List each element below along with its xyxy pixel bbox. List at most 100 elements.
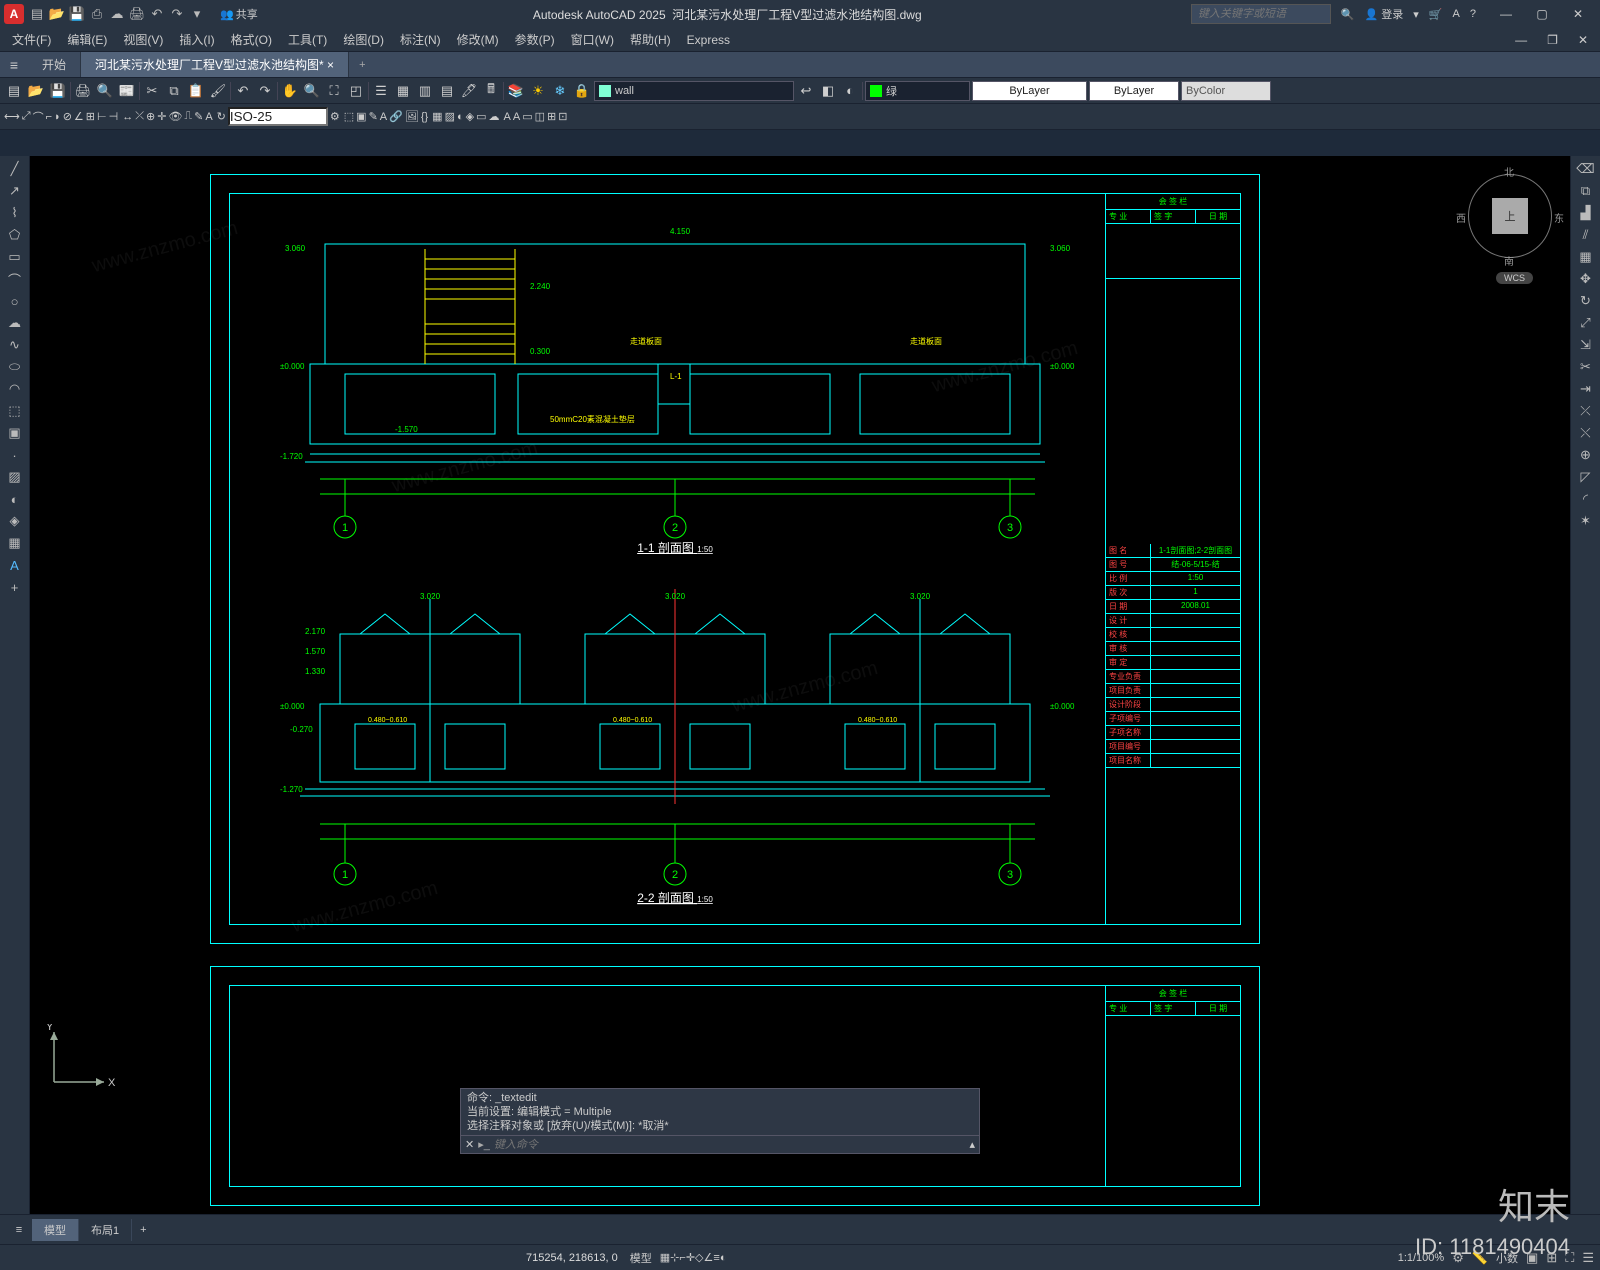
new-icon[interactable]: ▤ (28, 5, 46, 23)
dim-radius-icon[interactable]: ◗ (54, 111, 61, 123)
undo2-icon[interactable]: ↶ (233, 81, 253, 101)
doc-restore-icon[interactable]: ❐ (1539, 31, 1566, 49)
dim-continue-icon[interactable]: ⊣ (109, 110, 119, 123)
ellipse-arc-icon[interactable]: ◠ (0, 378, 29, 400)
menu-draw[interactable]: 绘图(D) (335, 29, 392, 50)
open-icon[interactable]: 📂 (26, 81, 46, 101)
menu-insert[interactable]: 插入(I) (171, 29, 222, 50)
table2-icon[interactable]: ▦ (0, 532, 29, 554)
command-line[interactable]: 命令: _textedit 当前设置: 编辑模式 = Multiple 选择注释… (460, 1088, 980, 1154)
pline-icon[interactable]: ⌇ (0, 202, 29, 224)
text-icon[interactable]: A (504, 111, 511, 123)
tab-layout1[interactable]: 布局1 (79, 1219, 132, 1241)
scale-icon[interactable]: ⤢ (1571, 312, 1600, 334)
pan-icon[interactable]: ✋ (280, 81, 300, 101)
copy-icon[interactable]: ⧉ (164, 81, 184, 101)
dimstyle-dropdown[interactable] (228, 107, 328, 126)
xref-icon[interactable]: 🔗 (389, 110, 403, 123)
saveas-icon[interactable]: ⎙ (88, 5, 106, 23)
spline-icon[interactable]: ∿ (0, 334, 29, 356)
redo-icon[interactable]: ↷ (168, 5, 186, 23)
dim-diameter-icon[interactable]: ⊘ (63, 110, 72, 123)
cloud-icon[interactable]: ▾ (1413, 8, 1419, 21)
login-button[interactable]: 👤 登录 (1365, 6, 1404, 22)
layer-freeze-icon[interactable]: ❄ (550, 81, 570, 101)
xline-icon[interactable]: ↗ (0, 180, 29, 202)
plot-icon[interactable]: 🖨 (128, 5, 146, 23)
qat-more-icon[interactable]: ▾ (188, 5, 206, 23)
line-icon[interactable]: ╱ (0, 158, 29, 180)
misc-icon[interactable]: ⊡ (558, 110, 567, 123)
layer-off-icon[interactable]: ◐ (840, 81, 860, 101)
fillet-icon[interactable]: ◜ (1571, 488, 1600, 510)
chamfer-icon[interactable]: ◸ (1571, 466, 1600, 488)
dim-update-icon[interactable]: ↻ (217, 110, 226, 123)
menu-help[interactable]: 帮助(H) (622, 29, 679, 50)
layout-new-button[interactable]: + (132, 1221, 154, 1239)
close-button[interactable]: ✕ (1560, 0, 1596, 28)
hatch-icon[interactable]: ▨ (445, 110, 455, 123)
quickcalc-icon[interactable]: 🖩 (481, 81, 501, 101)
command-input[interactable] (494, 1138, 966, 1151)
help-icon[interactable]: ? (1470, 8, 1476, 20)
redo2-icon[interactable]: ↷ (255, 81, 275, 101)
new-icon[interactable]: ▤ (4, 81, 24, 101)
insert-block-icon[interactable]: ⬚ (344, 110, 354, 123)
addselected-icon[interactable]: + (0, 576, 29, 598)
doc-close-icon[interactable]: ✕ (1570, 31, 1596, 49)
dim-angular-icon[interactable]: ∠ (74, 110, 84, 123)
image-icon[interactable]: 🖼 (405, 110, 419, 123)
tab-document[interactable]: 河北某污水处理厂工程V型过滤水池结构图* × (81, 52, 349, 77)
undo-icon[interactable]: ↶ (148, 5, 166, 23)
match-icon[interactable]: 🖌 (208, 81, 228, 101)
dim-break-icon[interactable]: ⤫ (135, 110, 144, 123)
viewcube[interactable]: 上 北 南 东 西 WCS (1460, 166, 1560, 266)
minimize-button[interactable]: — (1488, 0, 1524, 28)
wipeout-icon[interactable]: ▭ (476, 110, 486, 123)
menu-format[interactable]: 格式(O) (223, 29, 280, 50)
rotate-icon[interactable]: ↻ (1571, 290, 1600, 312)
join-icon[interactable]: ⊕ (1571, 444, 1600, 466)
region-icon[interactable]: ◈ (466, 110, 474, 123)
erase-icon[interactable]: ⌫ (1571, 158, 1600, 180)
vports-icon[interactable]: ⊞ (547, 110, 556, 123)
doc-minimize-icon[interactable]: — (1507, 31, 1535, 49)
circle-icon[interactable]: ○ (0, 290, 29, 312)
menu-dimension[interactable]: 标注(N) (392, 29, 449, 50)
search-icon[interactable]: 🔍 (1341, 8, 1355, 21)
dim-baseline-icon[interactable]: ⊢ (97, 110, 107, 123)
menu-view[interactable]: 视图(V) (115, 29, 171, 50)
layer-dropdown[interactable]: wall (594, 81, 794, 101)
status-custom-icon[interactable]: ☰ (1582, 1250, 1594, 1266)
layout-menu-icon[interactable]: ≡ (6, 1224, 32, 1236)
app-menu-icon[interactable]: 🛒 (1429, 8, 1443, 21)
snap-toggle-icon[interactable]: ⊹ (670, 1251, 679, 1264)
menu-modify[interactable]: 修改(M) (449, 29, 507, 50)
copy2-icon[interactable]: ⧉ (1571, 180, 1600, 202)
revcloud-icon[interactable]: ☁ (489, 110, 500, 123)
break-point-icon[interactable]: ⤫ (1571, 400, 1600, 422)
color-dropdown[interactable]: 绿 (865, 81, 970, 101)
create-block-icon[interactable]: ▣ (356, 110, 366, 123)
props-icon[interactable]: ☰ (371, 81, 391, 101)
zoom-win-icon[interactable]: ◰ (346, 81, 366, 101)
zoom-ext-icon[interactable]: ⛶ (324, 81, 344, 101)
dim-arc-icon[interactable]: ⌒ (33, 109, 44, 125)
dim-edit-icon[interactable]: ✎ (194, 110, 203, 123)
viewcube-face[interactable]: 上 (1492, 198, 1528, 234)
region2-icon[interactable]: ◈ (0, 510, 29, 532)
status-coords[interactable]: 715254, 218613, 0 (526, 1252, 618, 1264)
rectangle-icon[interactable]: ▭ (0, 246, 29, 268)
layer-prev-icon[interactable]: ↩ (796, 81, 816, 101)
print-icon[interactable]: 🖨 (73, 81, 93, 101)
save-icon[interactable]: 💾 (48, 81, 68, 101)
command-close-icon[interactable]: ✕ (465, 1138, 474, 1151)
mirror-icon[interactable]: ▟ (1571, 202, 1600, 224)
extend-icon[interactable]: ⇥ (1571, 378, 1600, 400)
layer-lock-icon[interactable]: 🔒 (572, 81, 592, 101)
menu-tools[interactable]: 工具(T) (280, 29, 335, 50)
mview-icon[interactable]: ◫ (535, 110, 545, 123)
web-open-icon[interactable]: ☁ (108, 5, 126, 23)
command-recents-icon[interactable]: ▴ (969, 1138, 975, 1151)
menu-window[interactable]: 窗口(W) (563, 29, 622, 50)
